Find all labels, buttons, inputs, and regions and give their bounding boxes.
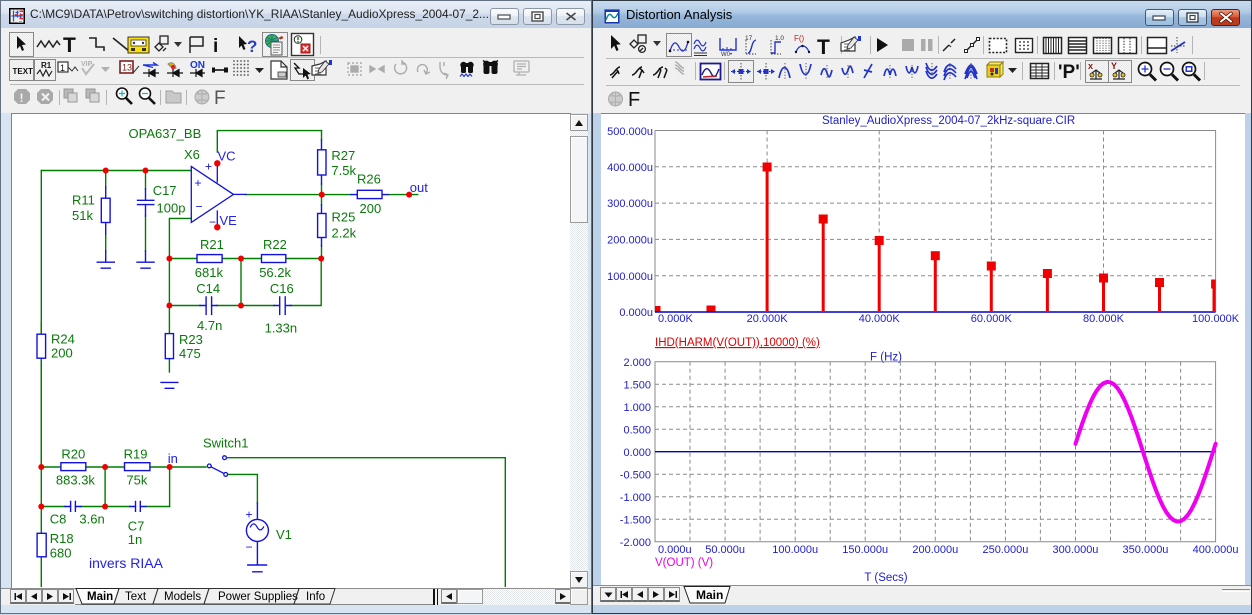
svg-text:F: F bbox=[628, 89, 640, 111]
svg-text:x: x bbox=[1088, 61, 1093, 71]
svg-text:'P': 'P' bbox=[1058, 62, 1080, 83]
svg-text:Y: Y bbox=[1111, 61, 1117, 71]
